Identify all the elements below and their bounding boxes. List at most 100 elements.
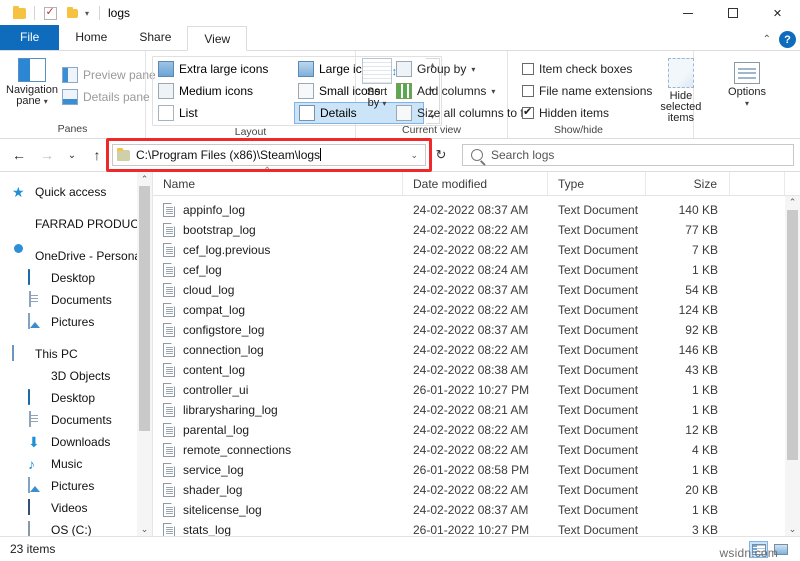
details-pane-button[interactable]: Details pane <box>58 86 160 108</box>
sidebar-item-onedrive-pictures[interactable]: Pictures <box>0 311 152 333</box>
file-type: Text Document <box>558 523 639 536</box>
sidebar-item-onedrive-personal[interactable]: OneDrive - Personal <box>0 245 152 267</box>
scroll-up-icon[interactable]: ⌃ <box>141 172 149 186</box>
layout-label: Medium icons <box>179 84 254 98</box>
table-row[interactable]: configstore_log 24-02-2022 08:37 AM Text… <box>153 320 800 340</box>
scroll-up-icon[interactable]: ⌃ <box>785 197 800 208</box>
address-dropdown-icon[interactable]: ⌄ <box>410 150 421 161</box>
column-header-size[interactable]: Size <box>646 172 730 195</box>
sidebar-item-label: Documents <box>51 293 112 307</box>
file-name-extensions-checkbox[interactable] <box>522 85 534 97</box>
table-row[interactable]: appinfo_log 24-02-2022 08:37 AM Text Doc… <box>153 200 800 220</box>
table-row[interactable]: controller_ui 26-01-2022 10:27 PM Text D… <box>153 380 800 400</box>
back-button[interactable]: ← <box>6 142 32 168</box>
text-document-icon <box>163 323 175 337</box>
column-header-type[interactable]: Type <box>548 172 646 195</box>
chevron-down-icon[interactable]: ▾ <box>44 97 48 106</box>
sidebar-item-pictures[interactable]: Pictures <box>0 475 152 497</box>
sidebar-item-farrad-production[interactable]: FARRAD PRODUCTION <box>0 213 152 235</box>
column-header-date-modified[interactable]: Date modified <box>403 172 548 195</box>
chevron-down-icon[interactable]: ▾ <box>382 99 386 108</box>
chevron-down-icon[interactable]: ▾ <box>471 65 475 74</box>
hidden-items-checkbox[interactable] <box>522 105 534 119</box>
scrollbar-thumb[interactable] <box>787 210 798 460</box>
group-by-label: Group by <box>417 62 467 76</box>
chevron-down-icon[interactable]: ▾ <box>491 87 495 96</box>
address-input[interactable]: C:\Program Files (x86)\Steam\logs ⌄ <box>112 144 426 166</box>
table-row[interactable]: cef_log 24-02-2022 08:24 AM Text Documen… <box>153 260 800 280</box>
table-row[interactable]: shader_log 24-02-2022 08:22 AM Text Docu… <box>153 480 800 500</box>
navigation-pane-scrollbar[interactable]: ⌃ ⌄ <box>137 172 152 536</box>
tab-file[interactable]: File <box>0 25 60 50</box>
text-document-icon <box>163 463 175 477</box>
sidebar-item-quick-access[interactable]: ★ Quick access <box>0 181 152 203</box>
tab-share[interactable]: Share <box>123 25 187 50</box>
sidebar-item-downloads[interactable]: ⬇ Downloads <box>0 431 152 453</box>
item-check-boxes-toggle[interactable]: Item check boxes <box>518 58 656 80</box>
tab-view[interactable]: View <box>187 26 248 51</box>
up-button[interactable]: ↑ <box>84 142 110 168</box>
file-type: Text Document <box>558 383 639 397</box>
sidebar-item-desktop[interactable]: Desktop <box>0 387 152 409</box>
file-name: cef_log <box>183 263 222 277</box>
hidden-items-label: Hidden items <box>539 106 610 120</box>
options-button[interactable]: Options ▾ <box>717 60 777 109</box>
search-box[interactable]: Search logs <box>462 144 794 166</box>
hidden-items-toggle[interactable]: Hidden items <box>518 102 656 124</box>
table-row[interactable]: service_log 26-01-2022 08:58 PM Text Doc… <box>153 460 800 480</box>
column-header-name[interactable]: Name ⌃ <box>153 166 403 195</box>
item-check-boxes-checkbox[interactable] <box>522 63 534 75</box>
sidebar-item-onedrive-documents[interactable]: Documents <box>0 289 152 311</box>
layout-extra-large-icons[interactable]: Extra large icons <box>154 58 294 80</box>
tab-home[interactable]: Home <box>59 25 123 50</box>
scrollbar-thumb[interactable] <box>139 186 150 431</box>
table-row[interactable]: content_log 24-02-2022 08:38 AM Text Doc… <box>153 360 800 380</box>
chevron-down-icon[interactable]: ▾ <box>745 99 749 108</box>
sidebar-item-3d-objects[interactable]: 3D Objects <box>0 365 152 387</box>
forward-button[interactable]: → <box>34 142 60 168</box>
scroll-down-icon[interactable]: ⌄ <box>141 522 149 536</box>
table-row[interactable]: connection_log 24-02-2022 08:22 AM Text … <box>153 340 800 360</box>
preview-pane-button[interactable]: Preview pane <box>58 64 160 86</box>
sidebar-item-music[interactable]: ♪ Music <box>0 453 152 475</box>
sidebar-item-videos[interactable]: Videos <box>0 497 152 519</box>
file-name: service_log <box>183 463 244 477</box>
folder-icon[interactable] <box>8 2 30 24</box>
table-row[interactable]: cef_log.previous 24-02-2022 08:22 AM Tex… <box>153 240 800 260</box>
file-type: Text Document <box>558 303 639 317</box>
layout-list[interactable]: List <box>154 102 294 124</box>
scroll-down-icon[interactable]: ⌄ <box>785 524 800 535</box>
table-row[interactable]: cloud_log 24-02-2022 08:37 AM Text Docum… <box>153 280 800 300</box>
medium-icons-icon <box>158 83 174 99</box>
table-row[interactable]: librarysharing_log 24-02-2022 08:21 AM T… <box>153 400 800 420</box>
table-row[interactable]: sitelicense_log 24-02-2022 08:37 AM Text… <box>153 500 800 520</box>
maximize-button[interactable] <box>710 0 755 26</box>
customize-quick-access-caret-icon[interactable]: ▾ <box>83 9 95 18</box>
table-row[interactable]: compat_log 24-02-2022 08:22 AM Text Docu… <box>153 300 800 320</box>
file-list-scrollbar[interactable]: ⌃ ⌄ <box>785 196 800 536</box>
new-folder-icon[interactable] <box>61 2 83 24</box>
cloud-icon <box>12 248 28 264</box>
recent-locations-button[interactable]: ⌄ <box>62 142 82 168</box>
list-view-icon <box>158 105 174 121</box>
navigation-pane-button[interactable]: Navigation pane ▾ <box>6 56 58 107</box>
close-button[interactable]: ✕ <box>755 0 800 26</box>
collapse-ribbon-icon[interactable]: ⌃ <box>763 34 771 45</box>
table-row[interactable]: stats_log 26-01-2022 10:27 PM Text Docum… <box>153 520 800 536</box>
sidebar-item-documents[interactable]: Documents <box>0 409 152 431</box>
layout-medium-icons[interactable]: Medium icons <box>154 80 294 102</box>
refresh-button[interactable]: ↻ <box>428 142 454 168</box>
table-row[interactable]: bootstrap_log 24-02-2022 08:22 AM Text D… <box>153 220 800 240</box>
file-name-extensions-toggle[interactable]: File name extensions <box>518 80 656 102</box>
sidebar-item-onedrive-desktop[interactable]: Desktop <box>0 267 152 289</box>
minimize-button[interactable] <box>665 0 710 26</box>
table-row[interactable]: parental_log 24-02-2022 08:22 AM Text Do… <box>153 420 800 440</box>
properties-checkbox-icon[interactable] <box>39 2 61 24</box>
extra-large-icons-icon <box>158 61 174 77</box>
item-check-boxes-label: Item check boxes <box>539 62 633 76</box>
sort-by-button[interactable]: ↕ Sort by ▾ <box>362 56 397 109</box>
help-icon[interactable]: ? <box>779 31 796 48</box>
sidebar-item-os-c[interactable]: OS (C:) <box>0 519 152 536</box>
table-row[interactable]: remote_connections 24-02-2022 08:22 AM T… <box>153 440 800 460</box>
sidebar-item-this-pc[interactable]: This PC <box>0 343 152 365</box>
